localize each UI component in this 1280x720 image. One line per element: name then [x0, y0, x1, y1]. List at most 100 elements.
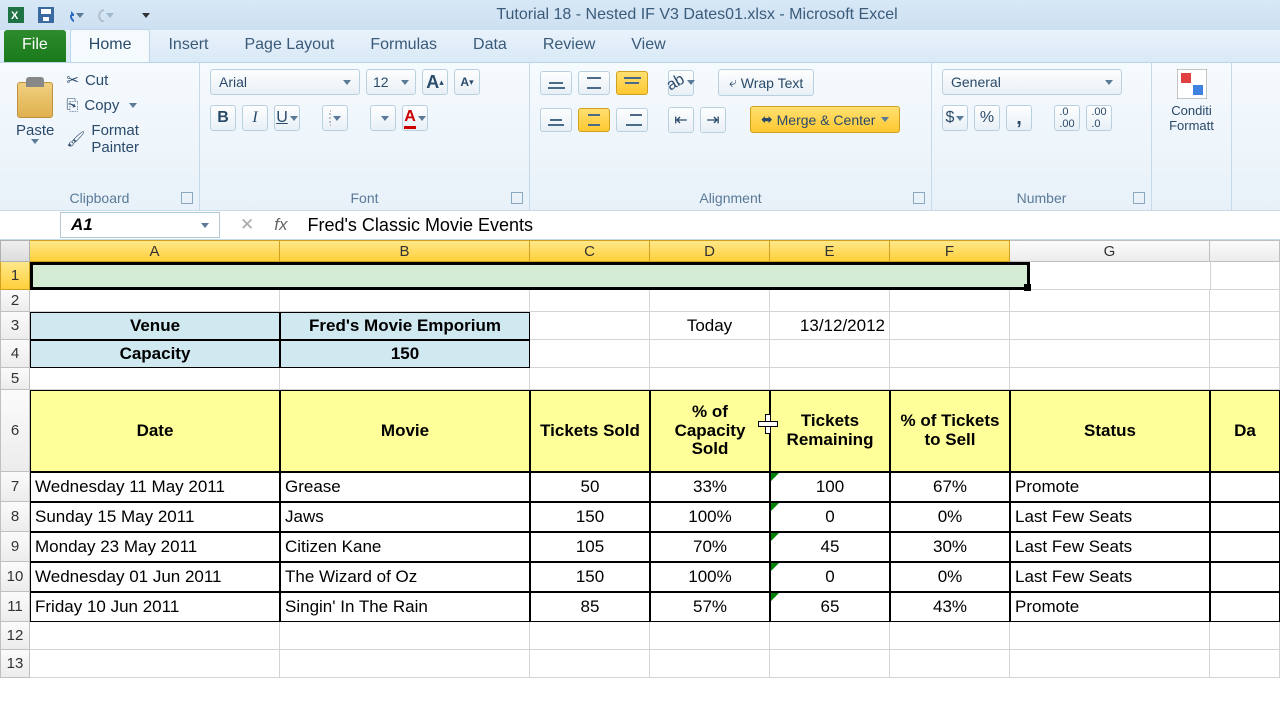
- cell[interactable]: [530, 622, 650, 650]
- cell-pct-sold[interactable]: 70%: [650, 532, 770, 562]
- table-header[interactable]: Status: [1010, 390, 1210, 472]
- qat-customize-icon[interactable]: [138, 7, 154, 23]
- cell[interactable]: [1210, 290, 1280, 312]
- cell[interactable]: [1211, 262, 1280, 290]
- tab-review[interactable]: Review: [525, 30, 613, 62]
- cell[interactable]: [530, 650, 650, 678]
- cell-date[interactable]: Wednesday 01 Jun 2011: [30, 562, 280, 592]
- cell-sold[interactable]: 85: [530, 592, 650, 622]
- name-box[interactable]: A1: [60, 212, 220, 238]
- cell[interactable]: [770, 622, 890, 650]
- cell[interactable]: [1210, 340, 1280, 368]
- cell-pct-sell[interactable]: 67%: [890, 472, 1010, 502]
- alignment-dialog-icon[interactable]: [913, 192, 925, 204]
- table-header[interactable]: % of Capacity Sold: [650, 390, 770, 472]
- row-header[interactable]: 9: [0, 532, 30, 562]
- cell-status[interactable]: Last Few Seats: [1010, 562, 1210, 592]
- tab-page-layout[interactable]: Page Layout: [226, 30, 352, 62]
- cell[interactable]: [530, 368, 650, 390]
- cell[interactable]: [1010, 340, 1210, 368]
- row-header[interactable]: 8: [0, 502, 30, 532]
- cell[interactable]: [1014, 262, 1211, 290]
- cell[interactable]: [280, 622, 530, 650]
- shrink-font-button[interactable]: A▾: [454, 69, 480, 95]
- cell-pct-sold[interactable]: 100%: [650, 502, 770, 532]
- cell[interactable]: [1010, 290, 1210, 312]
- cell[interactable]: [650, 368, 770, 390]
- cell[interactable]: [30, 368, 280, 390]
- cell-sold[interactable]: 150: [530, 562, 650, 592]
- cell-pct-sell[interactable]: 43%: [890, 592, 1010, 622]
- col-header[interactable]: B: [280, 240, 530, 262]
- cell[interactable]: [1010, 650, 1210, 678]
- cell[interactable]: [280, 290, 530, 312]
- col-header[interactable]: F: [890, 240, 1010, 262]
- cell-today-label[interactable]: Today: [650, 312, 770, 340]
- cell[interactable]: [1010, 622, 1210, 650]
- percent-format-button[interactable]: %: [974, 105, 1000, 131]
- cut-button[interactable]: ✂Cut: [66, 71, 189, 89]
- clipboard-dialog-icon[interactable]: [181, 192, 193, 204]
- cell-status[interactable]: Last Few Seats: [1010, 502, 1210, 532]
- table-header[interactable]: Tickets Remaining: [770, 390, 890, 472]
- row-header[interactable]: 1: [0, 262, 30, 290]
- cell-status[interactable]: Promote: [1010, 472, 1210, 502]
- cancel-icon[interactable]: ✕: [240, 215, 254, 235]
- cell-capacity-label[interactable]: Capacity: [30, 340, 280, 368]
- format-painter-button[interactable]: 🖌Format Painter: [66, 122, 189, 156]
- table-header[interactable]: Da: [1210, 390, 1280, 472]
- spreadsheet-grid[interactable]: 1 2 3 4 5 6 7 8 9 10 11 12 13 A B C D E …: [0, 240, 1280, 678]
- row-header[interactable]: 3: [0, 312, 30, 340]
- cell[interactable]: [530, 290, 650, 312]
- cell-pct-sold[interactable]: 33%: [650, 472, 770, 502]
- cell-remaining[interactable]: 45: [770, 532, 890, 562]
- col-header[interactable]: E: [770, 240, 890, 262]
- align-left-button[interactable]: [540, 108, 572, 132]
- cell[interactable]: [1010, 368, 1210, 390]
- cell[interactable]: [30, 290, 280, 312]
- cell[interactable]: [650, 650, 770, 678]
- cell[interactable]: [770, 650, 890, 678]
- cell[interactable]: [1210, 502, 1280, 532]
- cell-venue[interactable]: Fred's Movie Emporium: [280, 312, 530, 340]
- cell[interactable]: [650, 290, 770, 312]
- row-header[interactable]: 13: [0, 650, 30, 678]
- cell[interactable]: [890, 340, 1010, 368]
- cell[interactable]: [890, 312, 1010, 340]
- row-header[interactable]: 4: [0, 340, 30, 368]
- cell-movie[interactable]: Singin' In The Rain: [280, 592, 530, 622]
- cell[interactable]: [1210, 472, 1280, 502]
- cell[interactable]: [770, 340, 890, 368]
- copy-button[interactable]: ⎘Copy: [66, 97, 189, 114]
- cell-sold[interactable]: 50: [530, 472, 650, 502]
- cell[interactable]: [890, 622, 1010, 650]
- number-format-select[interactable]: General: [942, 69, 1122, 95]
- tab-data[interactable]: Data: [455, 30, 525, 62]
- fill-color-button[interactable]: [370, 105, 396, 131]
- cell-venue-label[interactable]: Venue: [30, 312, 280, 340]
- col-header[interactable]: [1210, 240, 1280, 262]
- align-top-button[interactable]: [540, 71, 572, 95]
- cell[interactable]: [1210, 650, 1280, 678]
- cell-remaining[interactable]: 0: [770, 502, 890, 532]
- cell[interactable]: [1210, 312, 1280, 340]
- row-header[interactable]: 12: [0, 622, 30, 650]
- orientation-button[interactable]: ab: [668, 70, 694, 96]
- tab-insert[interactable]: Insert: [150, 30, 226, 62]
- merge-center-button[interactable]: ⬌ Merge & Center: [750, 106, 900, 133]
- cell[interactable]: [770, 368, 890, 390]
- align-middle-button[interactable]: [578, 71, 610, 95]
- paste-button[interactable]: Paste: [16, 122, 54, 139]
- cell-date[interactable]: Monday 23 May 2011: [30, 532, 280, 562]
- cell[interactable]: [1210, 622, 1280, 650]
- cell[interactable]: [30, 650, 280, 678]
- number-dialog-icon[interactable]: [1133, 192, 1145, 204]
- align-right-button[interactable]: [616, 108, 648, 132]
- col-header[interactable]: G: [1010, 240, 1210, 262]
- formula-bar[interactable]: Fred's Classic Movie Events: [307, 215, 533, 236]
- col-header[interactable]: C: [530, 240, 650, 262]
- cell[interactable]: [890, 368, 1010, 390]
- cell-date[interactable]: Friday 10 Jun 2011: [30, 592, 280, 622]
- align-bottom-button[interactable]: [616, 71, 648, 95]
- cell-status[interactable]: Last Few Seats: [1010, 532, 1210, 562]
